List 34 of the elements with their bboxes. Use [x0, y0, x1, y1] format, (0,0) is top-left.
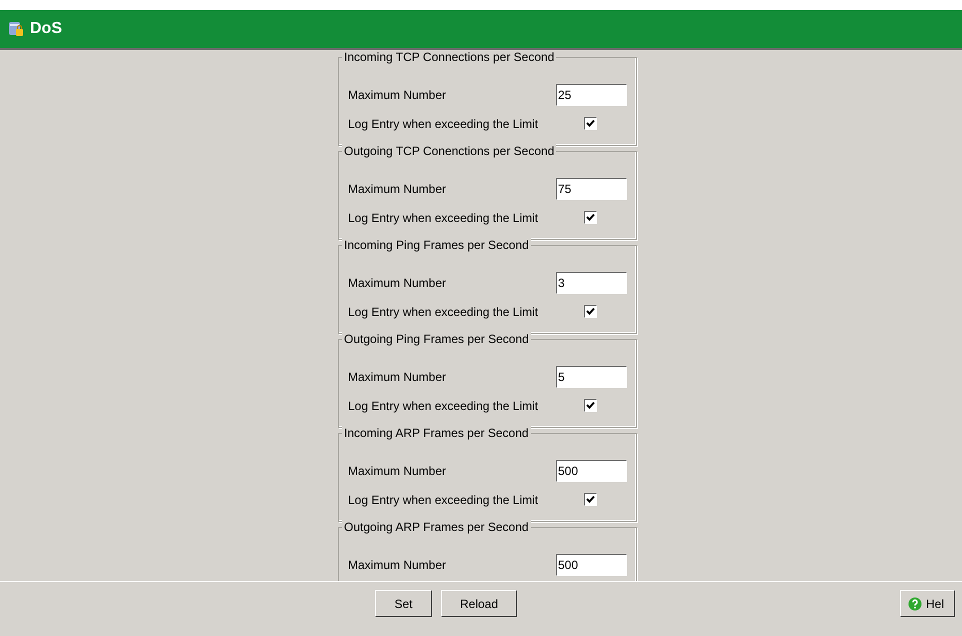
group-title: Incoming ARP Frames per Second — [342, 426, 531, 440]
help-icon — [908, 596, 922, 610]
checkbox-label: Log Entry when exceeding the Limit — [348, 492, 538, 506]
checkbox[interactable] — [584, 117, 597, 130]
field-label: Maximum Number — [348, 88, 446, 102]
page-title: DoS — [30, 20, 62, 38]
number-field[interactable]: 500 — [556, 554, 627, 576]
group-title: Outgoing ARP Frames per Second — [342, 520, 531, 534]
field-label: Maximum Number — [348, 370, 446, 384]
checkbox[interactable] — [584, 305, 597, 318]
group-title: Incoming TCP Connections per Second — [342, 50, 556, 64]
checkbox[interactable] — [584, 493, 597, 506]
checkbox-label: Log Entry when exceeding the Limit — [348, 116, 538, 130]
number-field[interactable]: 5 — [556, 366, 627, 388]
group-title: Outgoing Ping Frames per Second — [342, 332, 531, 346]
group-title: Outgoing TCP Conenctions per Second — [342, 144, 556, 158]
field-label: Maximum Number — [348, 182, 446, 196]
group-title: Incoming Ping Frames per Second — [342, 238, 531, 252]
database-lock-icon — [8, 21, 24, 37]
button[interactable]: Set — [375, 590, 432, 617]
checkbox-label: Log Entry when exceeding the Limit — [348, 398, 538, 412]
number-field[interactable]: 3 — [556, 272, 627, 294]
field-label: Maximum Number — [348, 464, 446, 478]
number-field[interactable]: 500 — [556, 460, 627, 482]
checkbox-label: Log Entry when exceeding the Limit — [348, 210, 538, 224]
field-label: Maximum Number — [348, 276, 446, 290]
checkbox[interactable] — [584, 211, 597, 224]
help-button[interactable]: Hel — [900, 590, 956, 617]
number-field[interactable]: 25 — [556, 84, 627, 106]
field-label: Maximum Number — [348, 558, 446, 572]
number-field[interactable]: 75 — [556, 178, 627, 200]
checkbox-label: Log Entry when exceeding the Limit — [348, 304, 538, 318]
button[interactable]: Reload — [441, 590, 518, 617]
checkbox[interactable] — [584, 399, 597, 412]
